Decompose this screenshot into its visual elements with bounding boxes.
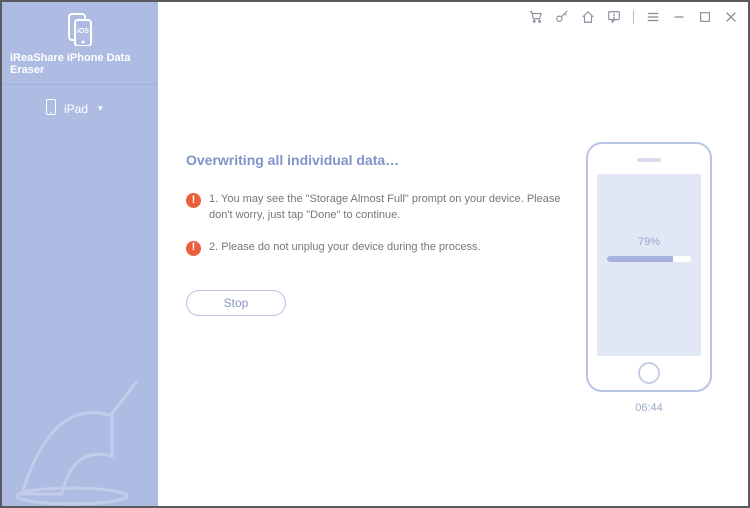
status-heading: Overwriting all individual data… [186,152,566,168]
minimize-button[interactable] [672,10,686,24]
device-label: iPad [64,102,88,116]
cart-icon[interactable] [529,10,543,24]
progress-bar [607,256,691,262]
stop-button[interactable]: Stop [186,290,286,316]
svg-text:iOS: iOS [77,28,89,35]
device-screen: 79% [597,174,701,356]
brand-title: iReaShare iPhone Data Eraser [10,52,150,76]
maximize-button[interactable] [698,10,712,24]
close-button[interactable] [724,10,738,24]
brand-block: iOS iReaShare iPhone Data Eraser [2,2,158,85]
feedback-icon[interactable] [607,10,621,24]
device-speaker-icon [637,158,661,162]
titlebar-divider [633,10,634,24]
device-icon [46,99,56,118]
device-outline-icon: 79% [586,142,712,392]
content-block: Overwriting all individual data… ! 1. Yo… [186,152,566,506]
progress-percent: 79% [597,236,701,248]
exclamation-icon: ! [186,241,201,256]
titlebar [529,10,738,24]
chevron-down-icon: ▾ [98,103,103,114]
warning-text: 2. Please do not unplug your device duri… [209,240,481,256]
device-selector[interactable]: iPad ▾ [2,85,158,132]
sidebar: iOS iReaShare iPhone Data Eraser iPad ▾ [2,2,158,506]
brand-logo-icon: iOS [10,12,150,46]
main-panel: Overwriting all individual data… ! 1. Yo… [158,2,748,506]
home-icon[interactable] [581,10,595,24]
warning-row: ! 1. You may see the "Storage Almost Ful… [186,192,566,224]
exclamation-icon: ! [186,193,201,208]
key-icon[interactable] [555,10,569,24]
elapsed-time: 06:44 [586,402,712,414]
progress-fill [607,256,673,262]
menu-icon[interactable] [646,10,660,24]
device-home-button-icon [638,362,660,384]
sidebar-decoration-icon [2,356,158,506]
device-preview: 79% 06:44 [586,142,712,414]
warning-text: 1. You may see the "Storage Almost Full"… [209,192,566,224]
warning-row: ! 2. Please do not unplug your device du… [186,240,566,256]
